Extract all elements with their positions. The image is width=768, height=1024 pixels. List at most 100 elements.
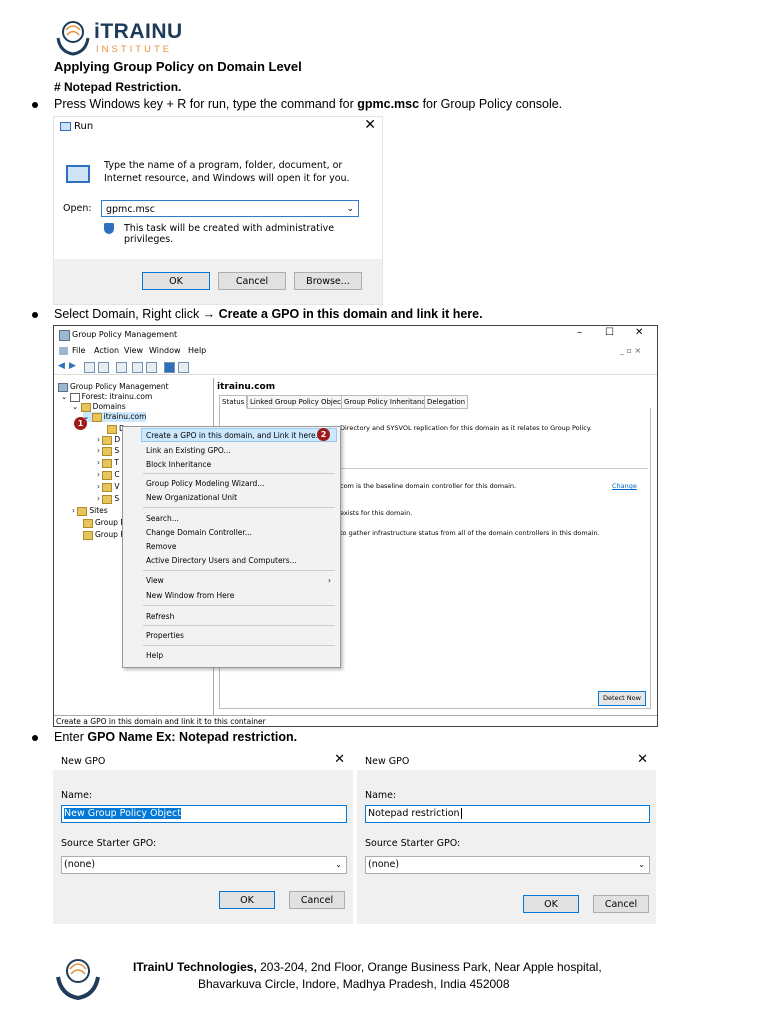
menu-view[interactable]: View [124, 346, 143, 355]
menu-change-dc[interactable]: Change Domain Controller... [146, 528, 252, 537]
mmc-icon [59, 347, 68, 355]
tree-child[interactable]: › T [97, 458, 119, 468]
chevron-down-icon[interactable]: ⌄ [346, 201, 354, 218]
gpo-name-input[interactable]: New Group Policy Object [61, 805, 347, 823]
tab-delegation[interactable]: Delegation [424, 395, 469, 409]
tree-child[interactable]: › S [97, 494, 119, 504]
tree-child[interactable]: › S [97, 446, 119, 456]
ok-button[interactable]: OK [142, 272, 210, 290]
maximize-button[interactable]: ☐ [605, 327, 614, 338]
browse-button[interactable]: Browse... [294, 272, 362, 290]
step-2-pre: Select Domain, Right click [54, 307, 203, 321]
change-link[interactable]: Change [612, 482, 637, 490]
modeling-icon [83, 518, 93, 528]
cancel-button[interactable]: Cancel [218, 272, 286, 290]
menu-separator [143, 473, 335, 474]
sites-icon [77, 506, 88, 516]
close-button[interactable]: ✕ [635, 327, 643, 338]
cancel-button[interactable]: Cancel [593, 895, 649, 913]
tab-linked-gpos[interactable]: Linked Group Policy Objects [247, 395, 351, 409]
minimize-button[interactable]: – [577, 327, 582, 338]
tree-forest[interactable]: ⌄ Forest: itrainu.com [61, 392, 152, 402]
menu-help[interactable]: Help [146, 651, 163, 660]
status-line-1: Directory and SYSVOL replication for thi… [340, 424, 592, 432]
menu-separator [143, 570, 335, 571]
tree-child[interactable]: › V [97, 482, 120, 492]
ok-button[interactable]: OK [219, 891, 275, 909]
run-footer: OK Cancel Browse... [54, 259, 382, 304]
back-icon[interactable]: ◀ [58, 361, 65, 371]
menu-help[interactable]: Help [188, 346, 206, 355]
menu-file[interactable]: File [72, 346, 85, 355]
tree-domain-label: itrainu.com [103, 412, 147, 421]
gpo-name-value: Notepad restriction [368, 808, 460, 819]
tree-child[interactable]: › C [97, 470, 120, 480]
tree-root[interactable]: Group Policy Management [58, 382, 169, 392]
console-icon[interactable] [178, 362, 189, 373]
new-gpo-dialog-default: New GPO ✕ Name: New Group Policy Object … [53, 748, 353, 924]
properties-icon[interactable] [132, 362, 143, 373]
starter-gpo-select[interactable]: (none) ⌄ [365, 856, 650, 874]
menu-new-window[interactable]: New Window from Here [146, 591, 234, 600]
footer-line-1: ITrainU Technologies, 203-204, 2nd Floor… [133, 960, 733, 974]
menu-properties[interactable]: Properties [146, 631, 184, 640]
domain-icon [91, 412, 102, 422]
close-icon[interactable]: ✕ [334, 752, 345, 767]
forest-icon [69, 392, 80, 402]
menu-link-existing-gpo[interactable]: Link an Existing GPO... [146, 446, 231, 455]
forward-icon[interactable]: ▶ [69, 361, 76, 371]
menu-action[interactable]: Action [94, 346, 119, 355]
run-title: Run [74, 121, 94, 132]
open-input-value: gpmc.msc [106, 204, 155, 215]
page-subheading: # Notepad Restriction. [54, 80, 182, 94]
cancel-button[interactable]: Cancel [289, 891, 345, 909]
delete-icon[interactable] [116, 362, 127, 373]
footer-company: ITrainU Technologies, [133, 960, 257, 974]
tree-gp-results[interactable]: Group P [83, 530, 125, 540]
tree-child-label: C [114, 470, 120, 479]
step-1-post: for Group Policy console. [419, 97, 563, 111]
menu-separator [143, 625, 335, 626]
open-input[interactable]: gpmc.msc ⌄ [101, 200, 359, 217]
ok-button[interactable]: OK [523, 895, 579, 913]
status-line-3: exists for this domain. [340, 509, 413, 517]
bullet [32, 735, 38, 741]
menu-remove[interactable]: Remove [146, 542, 176, 551]
show-hide-tree-icon[interactable] [98, 362, 109, 373]
tab-inheritance[interactable]: Group Policy Inheritance [341, 395, 433, 409]
tree-child[interactable]: › D [97, 435, 120, 445]
tree-domains[interactable]: ⌄ Domains [72, 402, 126, 412]
tree-sites[interactable]: › Sites [72, 506, 108, 516]
up-folder-icon[interactable] [84, 362, 95, 373]
detect-now-button[interactable]: Detect Now [598, 691, 646, 706]
ou-icon [102, 470, 113, 480]
menu-new-ou[interactable]: New Organizational Unit [146, 493, 237, 502]
tree-gp-modeling[interactable]: Group P [83, 518, 125, 528]
menu-window[interactable]: Window [149, 346, 181, 355]
tree-gp-results-label: Group P [95, 530, 125, 539]
tree-forest-label: Forest: itrainu.com [81, 392, 153, 401]
close-icon[interactable]: ✕ [637, 752, 648, 767]
step-3-pre: Enter [54, 730, 88, 744]
tab-status[interactable]: Status [219, 395, 248, 409]
step-3-text: Enter GPO Name Ex: Notepad restriction. [54, 730, 297, 744]
logo-subtitle: INSTITUTE [96, 44, 173, 55]
menu-modeling-wizard[interactable]: Group Policy Modeling Wizard... [146, 479, 264, 488]
menu-search[interactable]: Search... [146, 514, 179, 523]
menu-block-inheritance[interactable]: Block Inheritance [146, 460, 211, 469]
help-icon[interactable] [164, 362, 175, 373]
menu-refresh[interactable]: Refresh [146, 612, 174, 621]
menu-view[interactable]: View [146, 576, 164, 585]
menu-create-gpo[interactable]: Create a GPO in this domain, and Link it… [146, 431, 323, 440]
close-icon[interactable]: ✕ [364, 117, 376, 133]
tree-domain-itrainu[interactable]: ⌄ itrainu.com [83, 412, 147, 422]
tree-gp-modeling-label: Group P [95, 518, 125, 527]
gpm-app-icon [59, 330, 70, 341]
tree-child-label: S [114, 494, 120, 503]
menu-aduc[interactable]: Active Directory Users and Computers... [146, 556, 297, 565]
step-1-text: Press Windows key + R for run, type the … [54, 97, 562, 111]
starter-gpo-select[interactable]: (none) ⌄ [61, 856, 347, 874]
gpo-name-input[interactable]: Notepad restriction [365, 805, 650, 823]
restore-child-icon[interactable]: _ ▫ × [620, 346, 641, 355]
refresh-icon[interactable] [146, 362, 157, 373]
